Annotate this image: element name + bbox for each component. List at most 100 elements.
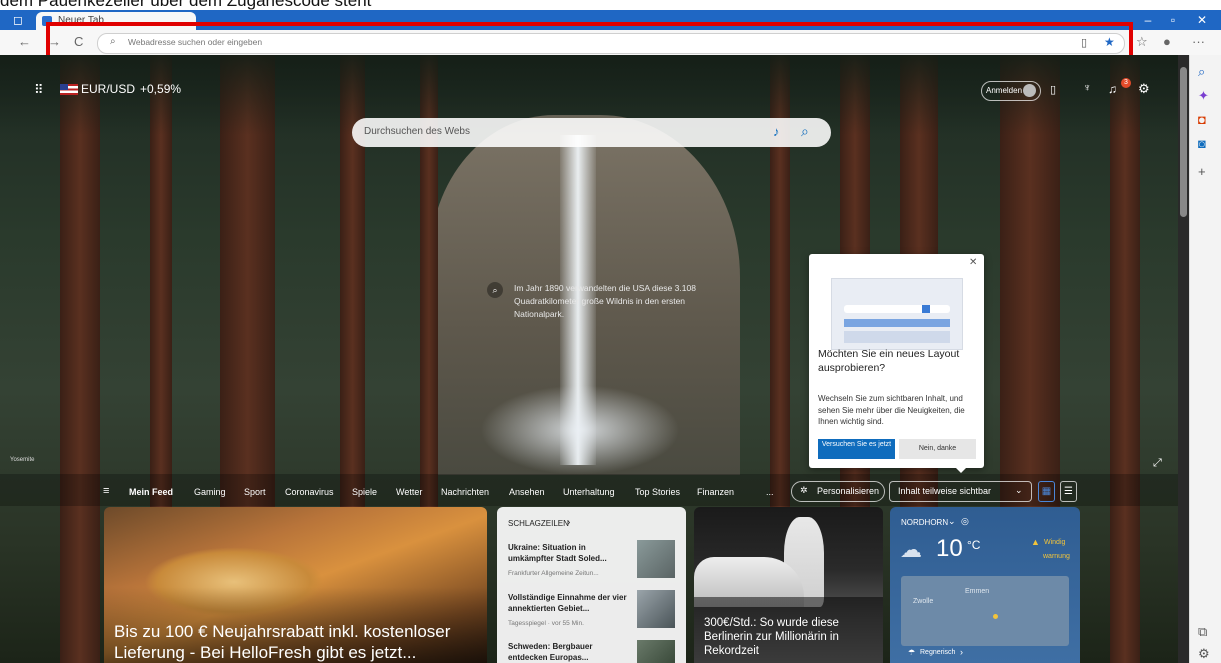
no-thanks-button[interactable]: Nein, danke [899,439,976,459]
chevron-right-icon[interactable]: › [567,517,570,528]
search-placeholder: Durchsuchen des Webs [364,126,470,137]
bell-icon[interactable]: ♫ [1108,82,1117,96]
more-menu-icon[interactable]: ··· [1192,35,1205,49]
image-credit: Yosemite [10,457,35,463]
weather-location[interactable]: NORDHORN [901,518,948,527]
weather-unit: °C [967,538,981,552]
image-caption[interactable]: Im Jahr 1890 verwandelten die USA diese … [514,282,714,321]
list-view-icon[interactable]: ☰ [1060,481,1077,502]
sidebar-toggle-icon[interactable]: ⧉ [1198,625,1207,639]
popup-body: Wechseln Sie zum sichtbaren Inhalt, und … [818,394,965,426]
try-it-button[interactable]: Versuchen Sie es jetzt [818,439,895,459]
content-visibility-select[interactable]: Inhalt teilweise sichtbar ⌄ [889,481,1032,502]
weather-warning[interactable]: Windig [1044,539,1065,546]
sidebar-settings-icon[interactable]: ⚙ [1198,647,1210,661]
outlook-icon[interactable]: ◙ [1198,137,1206,151]
tab-top-stories[interactable]: Top Stories [635,487,680,497]
tab-finanzen[interactable]: Finanzen [697,487,734,497]
signin-label: Anmelden [986,86,1023,95]
waterfall-mist [480,385,680,475]
add-icon[interactable]: + [1198,165,1206,179]
microphone-icon[interactable]: ♪ [773,124,780,139]
weather-card[interactable]: NORDHORN ⌄ ◎ ☁ 10 °C ▲ Windig warnung Zw… [890,507,1080,663]
gear-icon[interactable]: ⚙ [1138,81,1150,97]
new-layout-popup: ✕ Möchten Sie ein neues Layout ausprobie… [809,254,984,468]
headline-item-1-source: Frankfurter Allgemeine Zeitun... [508,570,599,577]
ticker-value: +0,59% [140,82,182,96]
image-info-icon[interactable]: ⌕ [487,282,503,298]
weather-warning-sub: warnung [1043,553,1070,560]
headline-item-2-thumbnail [637,590,675,628]
weather-link[interactable]: Regnerisch [920,649,955,656]
hamburger-menu-icon[interactable]: ≡ [103,485,109,497]
apps-grid-icon[interactable]: ⠿ [34,82,44,98]
scrollbar-thumb[interactable] [1180,67,1187,217]
web-search-box[interactable]: Durchsuchen des Webs ♪ ⌕ [352,118,831,147]
mobile-icon[interactable]: ▯ [1050,83,1056,96]
map-label: Zwolle [913,598,934,605]
tab-unterhaltung[interactable]: Unterhaltung [563,487,615,497]
edge-sidebar: ⌕ ✦ ◘ ◙ + ⧉ ⚙ [1189,55,1221,663]
avatar [1023,84,1036,97]
tab-nachrichten[interactable]: Nachrichten [441,487,489,497]
tab-ansehen[interactable]: Ansehen [509,487,545,497]
promo-card-title: 300€/Std.: So wurde diese Berlinerin zur… [704,617,839,657]
page-scrollbar[interactable] [1178,55,1189,663]
notification-badge: 3 [1121,78,1131,88]
tab-wetter[interactable]: Wetter [396,487,422,497]
discover-icon[interactable]: ✦ [1198,89,1209,103]
content-select-value: Inhalt teilweise sichtbar [898,486,992,496]
umbrella-icon: ☂ [908,648,916,657]
profile-icon[interactable]: ● [1163,35,1171,49]
back-icon[interactable]: ← [18,35,31,49]
grid-view-icon[interactable]: ▦ [1038,481,1055,502]
rain-cloud-icon: ☁ [900,537,922,562]
tree-trunk [1110,55,1140,663]
minimize-button[interactable]: – [1138,13,1158,27]
expand-icon[interactable]: ⤢ [1153,457,1162,470]
tab-sport[interactable]: Sport [244,487,266,497]
search-icon[interactable]: ⌕ [1198,65,1205,79]
headline-item-1-thumbnail [637,540,675,578]
close-icon[interactable]: ✕ [969,257,977,268]
headlines-title[interactable]: SCHLAGZEILEN [508,519,569,528]
tab-mein-feed[interactable]: Mein Feed [129,487,173,497]
chevron-right-icon[interactable]: › [960,647,963,657]
promo-card[interactable]: 300€/Std.: So wurde diese Berlinerin zur… [694,507,883,663]
headline-item-2-title[interactable]: Vollständige Einnahme der vier annektier… [508,592,628,614]
location-marker-icon [993,614,998,619]
chevron-down-icon[interactable]: ⌄ [948,516,956,527]
more-tabs[interactable]: ... [766,487,774,497]
hero-card[interactable]: Bis zu 100 € Neujahrsrabatt inkl. kosten… [104,507,487,663]
weather-map[interactable]: Zwolle Emmen [901,576,1069,646]
popup-arrow [954,466,968,473]
headline-item-3-title[interactable]: Schweden: Bergbauer entdecken Europas... [508,641,628,663]
restore-button[interactable]: ▫ [1163,13,1183,27]
window-menu-icon[interactable]: ◻ [8,13,28,27]
office-icon[interactable]: ◘ [1198,113,1206,127]
tab-spiele[interactable]: Spiele [352,487,377,497]
search-icon[interactable]: ⌕ [801,123,809,140]
ticker-label[interactable]: EUR/USD [81,82,135,96]
location-icon[interactable]: ◎ [961,516,969,527]
chevron-down-icon: ⌄ [1015,485,1023,495]
trophy-icon[interactable]: ♆ [1083,82,1091,94]
headline-item-3-thumbnail [637,640,675,663]
close-window-button[interactable]: ✕ [1192,13,1212,27]
personalize-button[interactable]: ✲ Personalisieren [791,481,885,502]
personalize-label: Personalisieren [817,486,880,496]
favorites-icon[interactable]: ☆ [1136,35,1148,49]
popup-title: Möchten Sie ein neues Layout ausprobiere… [818,348,960,374]
signin-button[interactable]: Anmelden [981,81,1041,101]
map-label-2: Emmen [965,588,990,595]
personalize-icon: ✲ [800,485,808,495]
screenshot-caption: dem Pauenkezeller über dem Zuganescode s… [0,0,1221,10]
headlines-card: SCHLAGZEILEN › Ukraine: Situation in umk… [497,507,686,663]
us-flag-icon [60,84,78,95]
tab-gaming[interactable]: Gaming [194,487,226,497]
caption-text: dem Pauenkezeller über dem Zuganescode s… [0,0,372,10]
headline-item-1-title[interactable]: Ukraine: Situation in umkämpfter Stadt S… [508,542,628,564]
headline-item-2-source: Tagesspiegel · vor 55 Min. [508,620,584,627]
tab-coronavirus[interactable]: Coronavirus [285,487,334,497]
warning-icon: ▲ [1031,537,1040,547]
